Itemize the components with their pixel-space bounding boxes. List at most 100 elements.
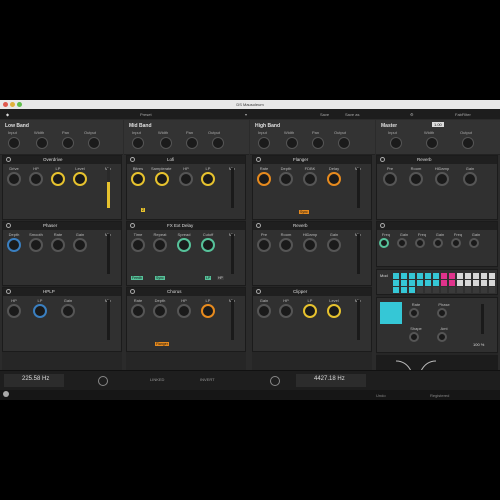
- invert-label[interactable]: INVERT: [200, 377, 215, 382]
- sequencer-step[interactable]: [393, 280, 399, 286]
- hp-knob[interactable]: [177, 304, 191, 318]
- depth-knob[interactable]: [153, 304, 167, 318]
- power-icon[interactable]: [256, 223, 261, 228]
- power-icon[interactable]: [256, 157, 261, 162]
- time-knob[interactable]: [131, 238, 145, 252]
- gain-knob[interactable]: [463, 172, 477, 186]
- sequencer-step[interactable]: [417, 287, 423, 293]
- gain-knob[interactable]: [327, 238, 341, 252]
- sequencer-step[interactable]: [401, 287, 407, 293]
- output-knob[interactable]: [338, 137, 350, 149]
- mix-slider[interactable]: [231, 300, 234, 340]
- rate-knob[interactable]: [409, 308, 419, 318]
- lp-knob[interactable]: [201, 172, 215, 186]
- sequencer-step[interactable]: [465, 273, 471, 279]
- sequencer-step[interactable]: [409, 287, 415, 293]
- sequencer-step[interactable]: [425, 273, 431, 279]
- sequencer-step[interactable]: [465, 287, 471, 293]
- hp-knob[interactable]: [179, 172, 193, 186]
- room-knob[interactable]: [409, 172, 423, 186]
- mix-slider[interactable]: [231, 168, 234, 208]
- mix-slider[interactable]: [107, 168, 110, 208]
- mix-slider[interactable]: [357, 234, 360, 274]
- lp-tag[interactable]: LP: [205, 276, 212, 280]
- bitres-knob[interactable]: [131, 172, 145, 186]
- input-knob[interactable]: [390, 137, 402, 149]
- power-icon[interactable]: [380, 157, 385, 162]
- sync-tag[interactable]: Sync: [299, 210, 309, 214]
- sequencer-step[interactable]: [433, 280, 439, 286]
- gain-knob[interactable]: [257, 304, 271, 318]
- width-knob[interactable]: [36, 137, 48, 149]
- linked-label[interactable]: LINKED: [150, 377, 164, 382]
- sequencer-step[interactable]: [449, 280, 455, 286]
- smooth-knob[interactable]: [29, 238, 43, 252]
- power-icon[interactable]: [6, 289, 11, 294]
- input-knob[interactable]: [132, 137, 144, 149]
- hp-knob[interactable]: [279, 304, 293, 318]
- power-icon[interactable]: [130, 289, 135, 294]
- hidamp-knob[interactable]: [303, 238, 317, 252]
- sequencer-step[interactable]: [409, 273, 415, 279]
- sequencer-step[interactable]: [489, 273, 495, 279]
- sequencer-step[interactable]: [481, 287, 487, 293]
- delay-knob[interactable]: [327, 172, 341, 186]
- mix-slider[interactable]: [107, 300, 110, 340]
- input-knob[interactable]: [8, 137, 20, 149]
- sequencer-step[interactable]: [417, 273, 423, 279]
- sync-tag[interactable]: Sync: [155, 276, 165, 280]
- sequencer-step[interactable]: [481, 273, 487, 279]
- amount-knob[interactable]: [437, 332, 447, 342]
- sequencer-step[interactable]: [481, 280, 487, 286]
- sequencer-step[interactable]: [433, 273, 439, 279]
- hp-knob[interactable]: [7, 304, 21, 318]
- preset-selector[interactable]: ▾: [245, 112, 247, 117]
- width-knob[interactable]: [426, 137, 438, 149]
- output-knob[interactable]: [462, 137, 474, 149]
- sequencer-step[interactable]: [401, 273, 407, 279]
- level-knob[interactable]: [73, 172, 87, 186]
- save-button[interactable]: Save: [320, 112, 329, 117]
- sequencer-step[interactable]: [457, 280, 463, 286]
- save-as-button[interactable]: Save as: [345, 112, 359, 117]
- sequencer-step[interactable]: [449, 273, 455, 279]
- sequencer-step[interactable]: [425, 280, 431, 286]
- sequencer-step[interactable]: [393, 287, 399, 293]
- mix-slider[interactable]: [107, 234, 110, 274]
- gain-knob[interactable]: [73, 238, 87, 252]
- flanger-tag[interactable]: Flanger: [155, 342, 169, 346]
- cutoff-knob[interactable]: [201, 238, 215, 252]
- mod-mix-slider[interactable]: [481, 304, 484, 334]
- level-knob[interactable]: [327, 304, 341, 318]
- sequencer-step[interactable]: [489, 287, 495, 293]
- sequencer-step[interactable]: [433, 287, 439, 293]
- sequencer-step[interactable]: [409, 280, 415, 286]
- lp-knob[interactable]: [303, 304, 317, 318]
- low-crossover-knob[interactable]: [98, 376, 108, 386]
- rate-knob[interactable]: [51, 238, 65, 252]
- hp-knob[interactable]: [29, 172, 43, 186]
- sequencer-step[interactable]: [441, 273, 447, 279]
- power-icon[interactable]: [256, 289, 261, 294]
- width-knob[interactable]: [286, 137, 298, 149]
- pan-knob[interactable]: [62, 137, 74, 149]
- pan-knob[interactable]: [186, 137, 198, 149]
- gain-knob[interactable]: [61, 304, 75, 318]
- sequencer-step[interactable]: [441, 280, 447, 286]
- spread-knob[interactable]: [177, 238, 191, 252]
- sequencer-step[interactable]: [473, 280, 479, 286]
- fdbk-knob[interactable]: [303, 172, 317, 186]
- step-sequencer[interactable]: [393, 273, 497, 293]
- high-crossover-knob[interactable]: [270, 376, 280, 386]
- shape-display[interactable]: [380, 302, 402, 324]
- sequencer-step[interactable]: [417, 280, 423, 286]
- sequencer-step[interactable]: [441, 287, 447, 293]
- rate-knob[interactable]: [131, 304, 145, 318]
- sequencer-step[interactable]: [473, 287, 479, 293]
- rate-knob[interactable]: [257, 172, 271, 186]
- hidamp-knob[interactable]: [435, 172, 449, 186]
- power-icon[interactable]: [6, 223, 11, 228]
- drive-knob[interactable]: [7, 172, 21, 186]
- phase-knob[interactable]: [437, 308, 447, 318]
- mix-slider[interactable]: [231, 234, 234, 274]
